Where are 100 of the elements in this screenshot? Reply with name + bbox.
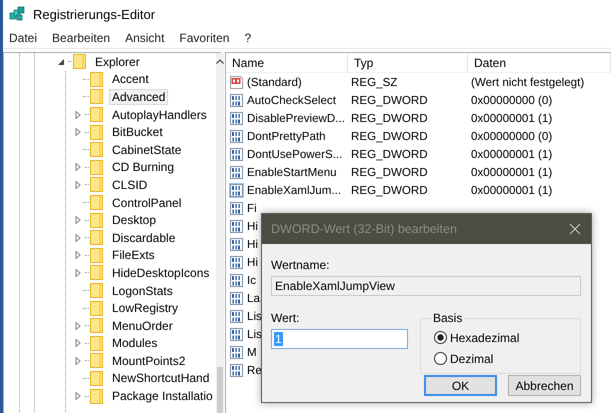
folder-icon — [90, 89, 103, 104]
tree-node[interactable]: LowRegistry — [109, 300, 182, 316]
close-button[interactable] — [567, 221, 583, 237]
column-header[interactable]: Typ — [348, 53, 468, 73]
radio-option[interactable]: Dezimal — [434, 350, 568, 367]
value-data: 0x00000001 (1) — [471, 166, 552, 178]
value-type: REG_DWORD — [351, 130, 428, 142]
value-name[interactable]: EnableXamlJum... — [247, 184, 342, 196]
expand-icon[interactable] — [73, 320, 83, 331]
tree-node[interactable]: Modules — [109, 335, 160, 352]
radio-icon[interactable] — [434, 331, 447, 344]
folder-icon — [73, 54, 86, 70]
window-title: Registrierungs-Editor — [33, 6, 156, 22]
tree-node[interactable]: NewShortcutHand — [109, 370, 212, 386]
folder-icon — [90, 107, 103, 122]
folder-icon — [90, 283, 103, 298]
column-header[interactable]: Daten — [468, 53, 611, 73]
tree-node[interactable]: BitBucket — [109, 124, 166, 140]
menu-item[interactable]: Favoriten — [179, 31, 236, 45]
field-label: Wertname: — [271, 258, 330, 272]
folder-icon — [90, 160, 103, 175]
folder-icon — [90, 230, 103, 246]
value-name[interactable]: Hi — [247, 220, 258, 232]
value-type: REG_DWORD — [351, 112, 428, 124]
folder-icon — [90, 353, 103, 368]
menu-item[interactable]: Datei — [9, 31, 44, 45]
value-name[interactable]: Hi — [247, 256, 258, 268]
dialog-title: DWORD-Wert (32-Bit) bearbeiten — [271, 222, 457, 236]
value-data: 0x00000001 (1) — [471, 112, 552, 124]
tree-node[interactable]: MenuOrder — [109, 318, 176, 334]
menu-item[interactable]: Bearbeiten — [52, 31, 118, 45]
folder-icon — [90, 388, 103, 404]
tree-node[interactable]: Accent — [109, 71, 152, 88]
field-label: Wert: — [271, 311, 300, 325]
tree-node[interactable]: MountPoints2 — [109, 352, 188, 369]
value-type: REG_DWORD — [351, 166, 428, 178]
cancel-button[interactable]: Abbrechen — [508, 375, 581, 396]
tree-node[interactable]: Desktop — [109, 212, 160, 228]
scroll-thumb[interactable] — [216, 367, 223, 413]
tree-node[interactable]: CD Burning — [109, 159, 178, 176]
column-header[interactable]: Name — [226, 53, 348, 73]
expand-icon[interactable] — [73, 110, 83, 120]
folder-icon — [90, 265, 103, 280]
value-type: REG_DWORD — [351, 148, 428, 160]
tree-node[interactable]: CabinetState — [109, 142, 184, 158]
expand-icon[interactable] — [73, 127, 83, 138]
folder-icon — [90, 248, 103, 263]
expand-icon[interactable] — [73, 391, 83, 402]
value-type: REG_SZ — [351, 76, 398, 88]
expand-icon[interactable] — [73, 215, 83, 226]
value-name[interactable]: EnableStartMenu — [247, 166, 337, 178]
expand-icon[interactable] — [73, 338, 83, 348]
folder-icon — [90, 195, 103, 210]
registry-app-icon — [9, 6, 25, 22]
folder-icon — [90, 212, 103, 228]
value-name[interactable]: Hi — [247, 238, 258, 250]
value-name-field[interactable]: EnableXamlJumpView — [271, 276, 581, 296]
radio-option[interactable]: Hexadezimal — [434, 329, 568, 346]
folder-icon — [90, 318, 103, 334]
tree-node[interactable]: Package Installatio — [109, 388, 216, 404]
tree-node[interactable]: ControlPanel — [109, 194, 184, 211]
value-name[interactable]: La — [247, 292, 260, 304]
expand-icon[interactable] — [73, 232, 83, 243]
scrollbar[interactable] — [216, 53, 224, 413]
ok-button[interactable]: OK — [424, 375, 497, 396]
tree-node[interactable]: AutoplayHandlers — [109, 106, 210, 123]
value-name[interactable]: DisablePreviewD... — [247, 112, 345, 124]
group-label: Basis — [432, 311, 464, 325]
value-type: REG_DWORD — [351, 94, 428, 106]
value-data: 0x00000001 (1) — [471, 148, 552, 160]
tree-node[interactable]: HideDesktopIcons — [109, 264, 212, 281]
expand-icon[interactable] — [73, 162, 83, 172]
folder-icon — [90, 124, 103, 140]
tree-node[interactable]: CLSID — [109, 176, 150, 193]
tree-node[interactable]: LogonStats — [109, 282, 176, 299]
expand-icon[interactable] — [73, 250, 83, 260]
tree-node[interactable]: Discardable — [109, 230, 178, 246]
value-name[interactable]: AutoCheckSelect — [247, 94, 336, 106]
tree-node[interactable]: Explorer — [92, 54, 143, 70]
value-name[interactable]: (Standard) — [247, 76, 302, 88]
value-name[interactable]: DontUsePowerS... — [247, 148, 342, 160]
value-name[interactable]: Lis — [247, 328, 262, 340]
radio-icon[interactable] — [434, 352, 447, 365]
tree-node[interactable]: FileExts — [109, 247, 158, 264]
folder-icon — [90, 370, 103, 386]
value-name[interactable]: Fi — [247, 202, 257, 214]
value-name[interactable]: DontPrettyPath — [247, 130, 326, 142]
expand-icon[interactable] — [73, 180, 83, 190]
value-data: (Wert nicht festgelegt) — [471, 76, 584, 88]
value-name[interactable]: M — [247, 346, 257, 358]
menu-item[interactable]: ? — [244, 31, 258, 45]
collapse-icon[interactable] — [56, 56, 66, 67]
value-name[interactable]: Re — [247, 364, 262, 376]
expand-icon[interactable] — [73, 356, 83, 366]
value-name[interactable]: Lis — [247, 310, 262, 322]
tree-node[interactable]: Advanced — [109, 88, 168, 105]
menu-item[interactable]: Ansicht — [125, 31, 172, 45]
folder-icon — [90, 177, 103, 192]
value-name[interactable]: Ic — [247, 274, 256, 286]
expand-icon[interactable] — [73, 268, 83, 278]
